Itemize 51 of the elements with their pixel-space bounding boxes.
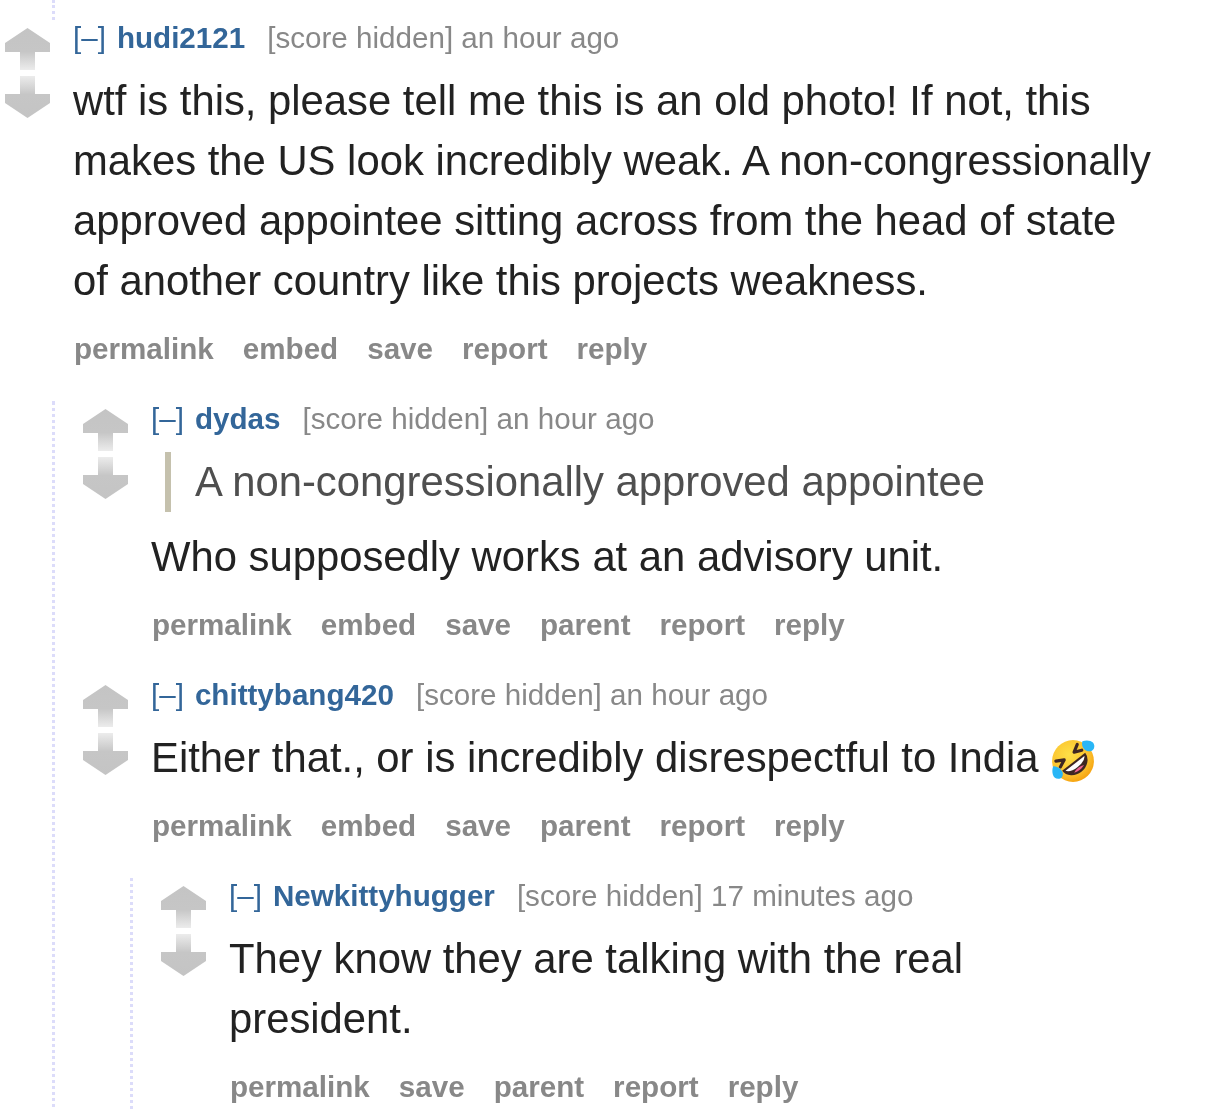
score-label: [score hidden] — [267, 21, 454, 54]
up-arrow-icon[interactable] — [5, 28, 50, 70]
timestamp: an hour ago — [496, 402, 655, 435]
score-label: [score hidden] — [516, 879, 703, 912]
action-link[interactable]: embed — [320, 607, 417, 643]
collapse-toggle[interactable]: [–] — [229, 879, 262, 912]
timestamp: an hour ago — [461, 21, 620, 54]
action-link[interactable]: reply — [774, 607, 845, 643]
down-arrow-icon[interactable] — [5, 76, 50, 118]
timestamp: an hour ago — [610, 678, 768, 711]
username-link[interactable]: dydas — [194, 402, 281, 435]
action-link[interactable]: reply — [774, 808, 845, 844]
action-link[interactable]: permalink — [152, 607, 292, 643]
action-link[interactable]: report — [613, 1069, 699, 1105]
username-link[interactable]: hudi2121 — [116, 21, 246, 54]
timestamp: 17 minutes ago — [711, 879, 914, 912]
action-link[interactable]: parent — [493, 1069, 585, 1105]
down-arrow-icon[interactable] — [83, 733, 128, 775]
up-arrow-icon[interactable] — [161, 886, 206, 928]
action-link[interactable]: save — [398, 1069, 465, 1105]
comment-text: wtf is this, please tell me this is an old photo! If not, this makes the US look incredibly weak. A non-congressionally approved appointee sitting across from the head of state of another country like this projects weakness. — [73, 77, 1151, 304]
action-link[interactable]: parent — [540, 607, 631, 643]
down-arrow-icon[interactable] — [83, 457, 128, 499]
action-link[interactable]: permalink — [74, 331, 214, 367]
up-arrow-icon[interactable] — [83, 409, 128, 451]
collapse-toggle[interactable]: [–] — [151, 402, 184, 435]
action-link[interactable]: permalink — [152, 808, 292, 844]
collapse-toggle[interactable]: [–] — [73, 21, 106, 54]
action-link[interactable]: embed — [320, 808, 417, 844]
action-link[interactable]: report — [659, 607, 745, 643]
quoted-text: A non-congressionally approved appointee — [165, 452, 1158, 512]
action-link[interactable]: embed — [242, 331, 339, 367]
up-arrow-icon[interactable] — [83, 685, 128, 727]
score-label: [score hidden] — [415, 678, 602, 711]
action-link[interactable]: report — [659, 808, 745, 844]
action-link[interactable]: reply — [576, 331, 648, 367]
action-link[interactable]: save — [445, 808, 512, 844]
action-link[interactable]: report — [462, 331, 548, 367]
action-link[interactable]: save — [445, 607, 512, 643]
username-link[interactable]: Newkittyhugger — [272, 879, 495, 912]
comment-text: Who supposedly works at an advisory unit. — [151, 533, 944, 580]
score-label: [score hidden] — [302, 402, 489, 435]
action-link[interactable]: save — [367, 331, 434, 367]
action-link[interactable]: reply — [727, 1069, 799, 1105]
comment-text: They know they are talking with the real president. — [229, 935, 964, 1042]
collapse-toggle[interactable]: [–] — [151, 678, 184, 711]
action-link[interactable]: parent — [540, 808, 631, 844]
down-arrow-icon[interactable] — [161, 934, 206, 976]
action-link[interactable]: permalink — [230, 1069, 370, 1105]
comment-text: Either that., or is incredibly disrespectful to India — [151, 734, 1039, 781]
username-link[interactable]: chittybang420 — [194, 678, 394, 711]
